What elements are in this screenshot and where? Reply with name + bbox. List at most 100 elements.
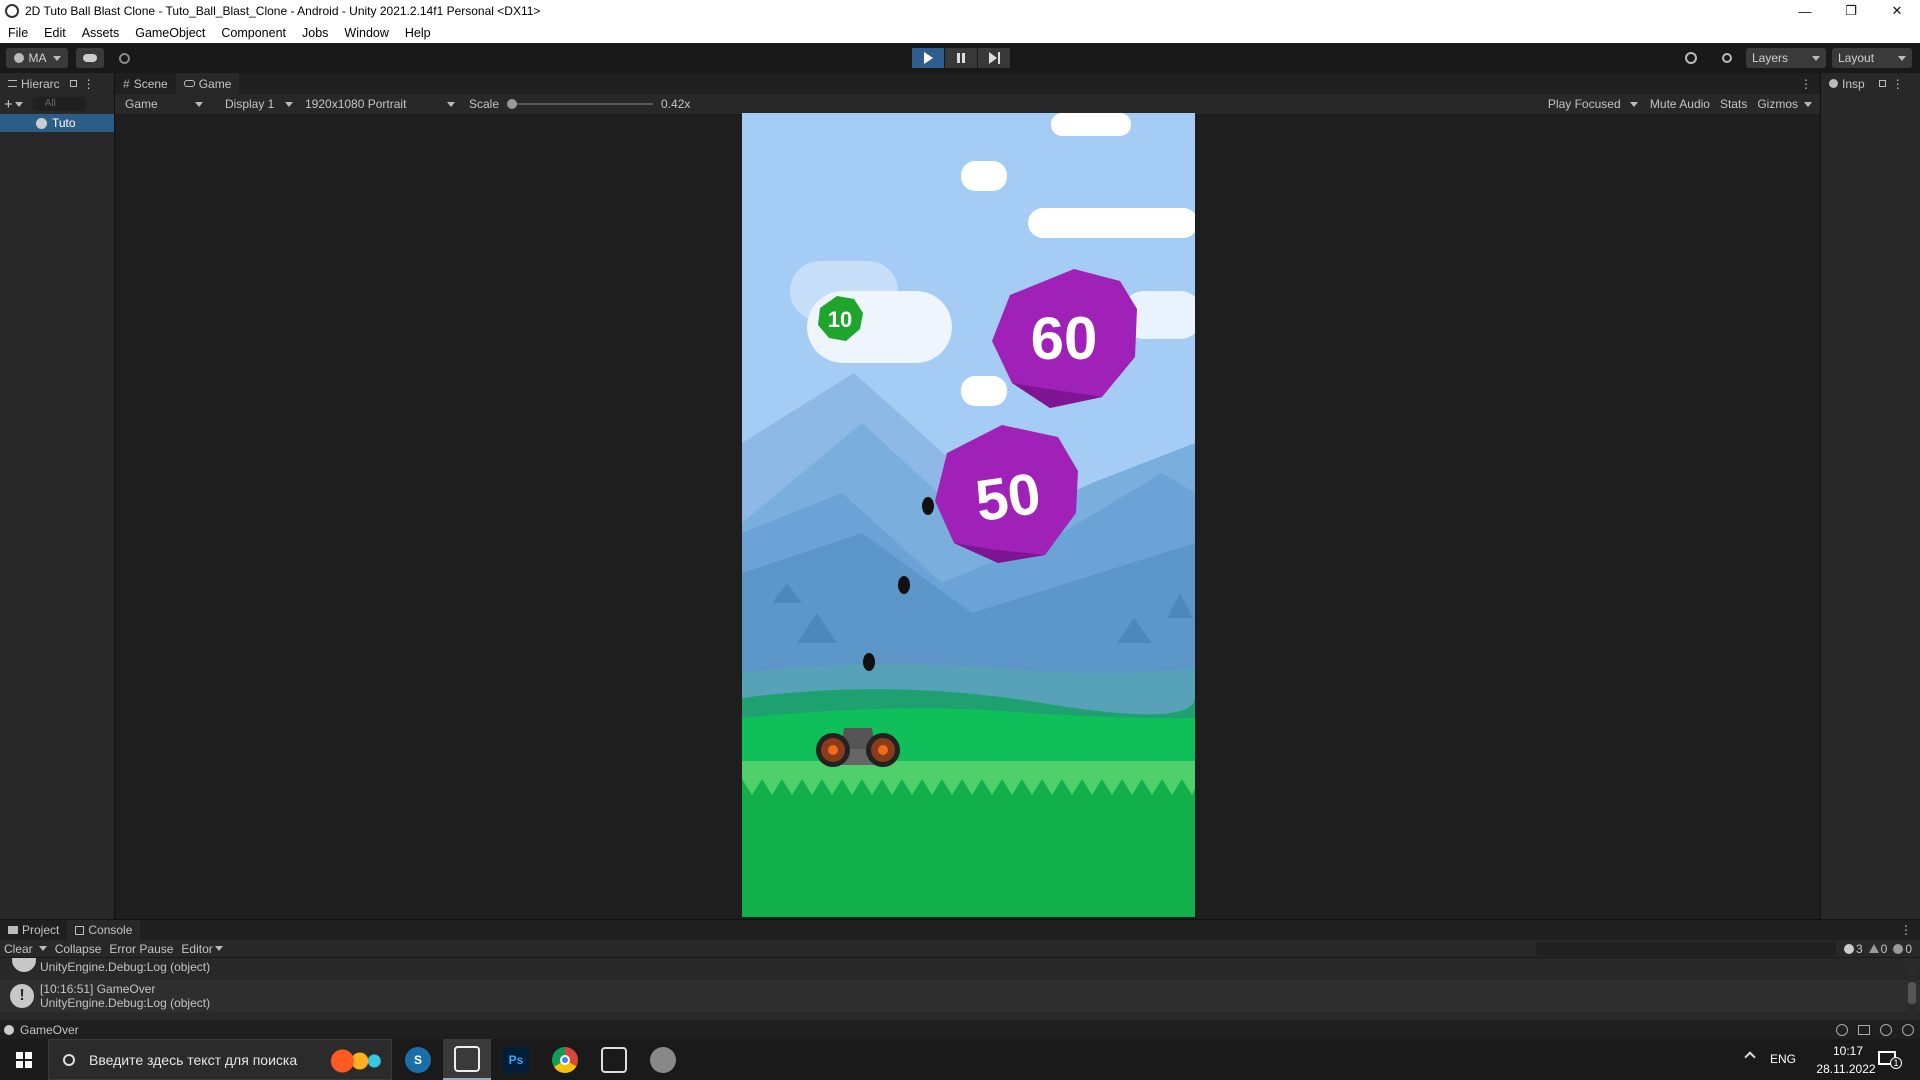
language-indicator[interactable]: ENG — [1770, 1052, 1796, 1066]
notification-count: 1 — [1890, 1057, 1902, 1069]
layout-dropdown[interactable]: Layout — [1832, 48, 1912, 68]
console-search-input[interactable] — [1535, 941, 1836, 956]
step-button[interactable] — [978, 48, 1010, 68]
menu-edit[interactable]: Edit — [36, 26, 74, 40]
list-item[interactable]: UnityEngine.Debug:Log (object) — [0, 958, 1920, 980]
tab-game[interactable]: Game — [175, 73, 240, 94]
taskbar-chrome[interactable] — [541, 1039, 589, 1080]
pause-button[interactable] — [945, 48, 977, 68]
clock-time[interactable]: 10:17 — [1820, 1044, 1876, 1058]
chevron-down-icon[interactable] — [214, 946, 223, 951]
display-dropdown[interactable]: Display 1 — [219, 95, 299, 113]
play-icon — [923, 52, 933, 64]
tab-inspector[interactable]: Insp ⋮ — [1821, 73, 1920, 94]
lock-icon — [1878, 80, 1886, 87]
menu-file[interactable]: File — [0, 26, 36, 40]
play-focused-label: Play Focused — [1547, 97, 1621, 111]
more-icon: ⋮ — [1891, 76, 1904, 91]
notification-button[interactable]: 1 — [1878, 1049, 1902, 1069]
taskbar-app[interactable] — [639, 1039, 687, 1080]
taskbar-search-input[interactable]: Введите здесь текст для поиска — [48, 1039, 392, 1080]
chevron-down-icon[interactable] — [14, 101, 23, 107]
account-icon — [13, 53, 24, 63]
chevron-down-icon — [1898, 55, 1906, 61]
game-mode-dropdown[interactable]: Game — [119, 95, 209, 113]
info-count[interactable]: 3 — [1856, 942, 1863, 956]
account-dropdown[interactable]: MA — [6, 48, 68, 68]
more-icon[interactable]: ⋮ — [1900, 923, 1912, 937]
history-button[interactable] — [1678, 48, 1704, 68]
window-title: 2D Tuto Ball Blast Clone - Tuto_Ball_Bla… — [25, 4, 541, 18]
warning-count[interactable]: 0 — [1881, 942, 1888, 956]
menu-help[interactable]: Help — [397, 26, 439, 40]
search-button[interactable] — [1714, 48, 1740, 68]
add-button[interactable]: + — [4, 96, 13, 113]
minimize-button[interactable]: — — [1782, 0, 1828, 22]
menu-gameobject[interactable]: GameObject — [127, 26, 213, 40]
chevron-down-icon[interactable] — [38, 946, 47, 951]
error-pause-toggle[interactable]: Error Pause — [109, 942, 173, 956]
grass-top — [742, 761, 1195, 779]
scene-tab-label: Scene — [133, 76, 168, 91]
taskbar-photoshop[interactable]: Ps — [492, 1039, 540, 1080]
taskbar-unity[interactable] — [590, 1039, 638, 1080]
tab-hierarchy[interactable]: Hierarc ⋮ — [0, 73, 114, 94]
taskbar-unity-hub[interactable] — [443, 1039, 491, 1080]
collab-icon — [118, 52, 130, 64]
chevron-down-icon — [195, 101, 203, 107]
console-icon — [75, 925, 85, 935]
scale-slider[interactable] — [507, 98, 654, 110]
menu-component[interactable]: Component — [213, 26, 294, 40]
list-item[interactable]: ! [10:16:51] GameOver UnityEngine.Debug:… — [0, 980, 1920, 1012]
close-button[interactable]: ✕ — [1874, 0, 1920, 22]
collapse-toggle[interactable]: Collapse — [55, 942, 102, 956]
error-count[interactable]: 0 — [1905, 942, 1912, 956]
info-icon — [4, 1024, 14, 1035]
game-viewport[interactable]: 10 60 50 — [742, 113, 1195, 917]
more-icon[interactable]: ⋮ — [1800, 77, 1812, 91]
menu-assets[interactable]: Assets — [74, 26, 128, 40]
maximize-button[interactable]: ❐ — [1828, 0, 1874, 22]
editor-dropdown[interactable]: Editor — [181, 942, 212, 956]
ball-value: 50 — [972, 461, 1045, 534]
chevron-up-icon[interactable] — [1744, 1051, 1756, 1063]
layout-label: Layout — [1838, 51, 1875, 65]
play-button[interactable] — [912, 48, 944, 68]
unity-scene-icon — [36, 117, 47, 129]
list-item[interactable]: Tuto — [0, 114, 114, 132]
log-entry-trace: UnityEngine.Debug:Log (object) — [40, 960, 211, 974]
taskbar-steam[interactable]: S — [394, 1039, 442, 1080]
chevron-down-icon[interactable] — [1804, 101, 1812, 107]
cloud-button[interactable] — [76, 48, 104, 68]
resolution-dropdown[interactable]: 1920x1080 Portrait — [299, 95, 461, 113]
scale-slider-thumb[interactable] — [507, 99, 518, 109]
mute-audio-toggle[interactable]: Mute Audio — [1650, 97, 1710, 111]
hierarchy-panel: Hierarc ⋮ + All Tuto — [0, 73, 115, 919]
cannon — [816, 728, 900, 767]
status-message[interactable]: GameOver — [20, 1023, 79, 1037]
layers-dropdown[interactable]: Layers — [1746, 48, 1826, 68]
menu-jobs[interactable]: Jobs — [294, 26, 336, 40]
play-focused-dropdown[interactable]: Play Focused — [1542, 95, 1644, 113]
console-scrollbar[interactable] — [1908, 962, 1916, 1020]
start-button[interactable] — [0, 1039, 48, 1080]
clock-date[interactable]: 28.11.2022 — [1806, 1062, 1886, 1076]
taskbar-search-placeholder: Введите здесь текст для поиска — [89, 1051, 298, 1068]
tab-console[interactable]: Console — [67, 919, 141, 941]
windows-taskbar: Введите здесь текст для поиска S Ps ENG … — [0, 1039, 1920, 1080]
console-tab-label: Console — [88, 923, 133, 937]
ball-value: 60 — [1031, 305, 1098, 372]
collab-button[interactable] — [112, 48, 136, 68]
hierarchy-search-input[interactable]: All — [30, 97, 87, 111]
tab-project[interactable]: Project — [0, 920, 67, 941]
gizmos-toggle[interactable]: Gizmos — [1757, 97, 1798, 111]
steam-icon: S — [405, 1046, 431, 1073]
tab-scene[interactable]: # Scene — [115, 73, 176, 94]
stats-toggle[interactable]: Stats — [1720, 97, 1747, 111]
status-bar: GameOver — [0, 1020, 1920, 1039]
bullet — [922, 497, 934, 515]
step-icon — [988, 52, 997, 64]
menu-window[interactable]: Window — [336, 26, 396, 40]
clear-button[interactable]: Clear — [4, 942, 33, 956]
game-toolbar: Game Display 1 1920x1080 Portrait Scale … — [115, 94, 1820, 114]
